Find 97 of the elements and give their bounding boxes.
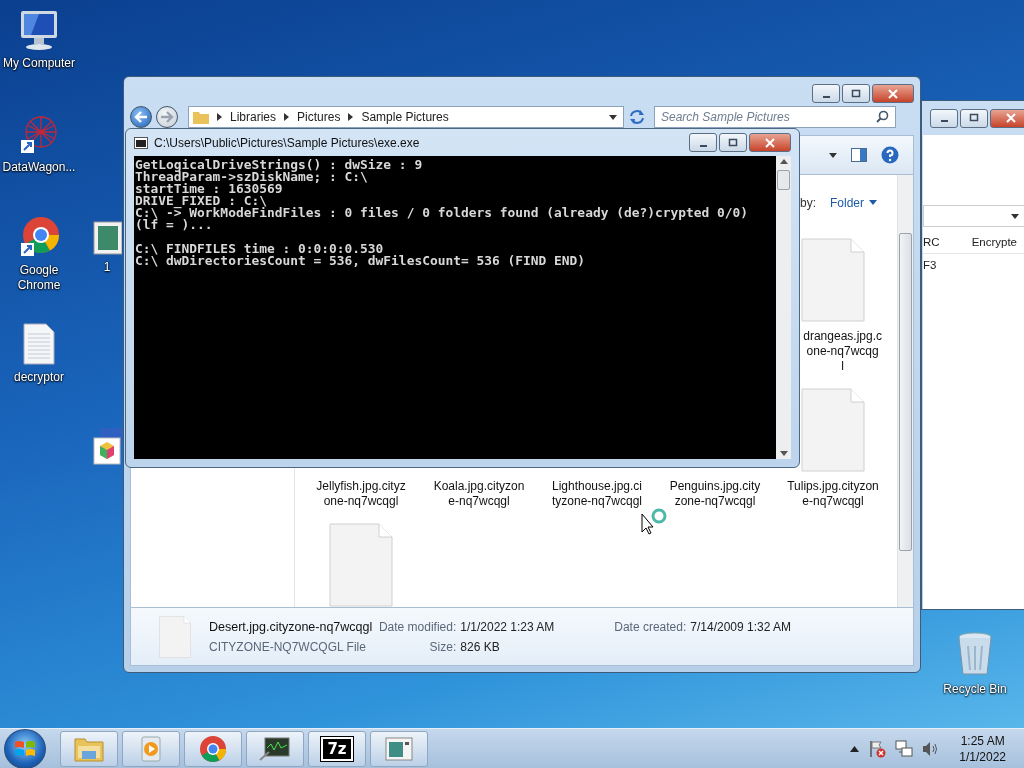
- file-name[interactable]: Jellyfish.jpg.cityz one-nq7wcqgl: [316, 479, 406, 509]
- recycle-bin-icon: [955, 630, 995, 678]
- file-name[interactable]: Penguins.jpg.city zone-nq7wcqgl: [669, 479, 761, 509]
- back-button[interactable]: [130, 106, 152, 128]
- clock-time: 1:25 AM: [960, 732, 1005, 749]
- busy-cursor-icon: [641, 507, 668, 535]
- file-name[interactable]: Tulips.jpg.cityzon e-nq7wcqgl: [787, 479, 879, 509]
- desktop-icon-label[interactable]: Google Chrome: [0, 263, 78, 293]
- dropdown-caret-icon[interactable]: [609, 114, 617, 120]
- maximize-icon: [727, 137, 739, 148]
- field-label: Date created:: [613, 619, 687, 634]
- field-value: 1/1/2022 1:23 AM: [460, 619, 556, 634]
- desktop-icon-label[interactable]: decryptor: [14, 370, 64, 385]
- field-label: Date modified:: [377, 619, 457, 634]
- field-value: 826 KB: [460, 639, 501, 654]
- network-icon[interactable]: [895, 739, 914, 758]
- maximize-button[interactable]: [960, 108, 988, 128]
- maximize-button[interactable]: [842, 84, 870, 103]
- dropdown-caret-icon[interactable]: [829, 152, 837, 158]
- file-name[interactable]: Koala.jpg.cityzon e-nq7wcqgl: [433, 479, 525, 509]
- taskbar-button[interactable]: 7z: [308, 730, 366, 767]
- preview-pane-icon[interactable]: [851, 148, 867, 162]
- console-icon: [134, 136, 148, 149]
- scroll-up-icon[interactable]: [779, 159, 788, 164]
- start-button[interactable]: [4, 728, 46, 768]
- maximize-icon: [850, 88, 862, 99]
- close-button[interactable]: [872, 84, 914, 103]
- field-label: Size:: [428, 639, 457, 654]
- desktop-icon-label[interactable]: My Computer: [3, 56, 75, 71]
- breadcrumb-item[interactable]: Sample Pictures: [361, 110, 449, 124]
- breadcrumb-item[interactable]: Pictures: [297, 110, 341, 124]
- minimize-button[interactable]: [689, 133, 717, 152]
- window-icon: [385, 736, 413, 761]
- file-name[interactable]: Lighthouse.jpg.ci tyzone-nq7wcqgl: [551, 479, 643, 509]
- color-cube-icon: [92, 426, 122, 466]
- minimize-icon: [940, 120, 948, 122]
- minimize-button[interactable]: [812, 84, 840, 103]
- breadcrumb-item[interactable]: Libraries: [230, 110, 277, 124]
- search-icon: [876, 110, 889, 123]
- file-name[interactable]: drangeas.jpg.c one-nq7wcqg l: [803, 329, 892, 374]
- help-icon[interactable]: [881, 146, 899, 164]
- maximize-icon: [968, 113, 980, 123]
- scroll-thumb[interactable]: [777, 170, 790, 190]
- picture-icon: [92, 220, 122, 256]
- caret-icon: [869, 200, 877, 205]
- forward-button[interactable]: [156, 106, 178, 128]
- desktop-icon-label[interactable]: DataWagon...: [2, 160, 76, 175]
- windows-logo-icon: [14, 738, 36, 759]
- field-value: 7/14/2009 1:32 AM: [690, 619, 792, 634]
- flag-icon[interactable]: [868, 739, 887, 758]
- file-icon: [801, 388, 865, 472]
- chevron-icon: [348, 113, 354, 121]
- minimize-button[interactable]: [930, 108, 958, 128]
- chevron-icon: [217, 113, 222, 121]
- file-name: Desert.jpg.cityzone-nq7wcqgl: [209, 619, 373, 634]
- minimize-icon: [822, 95, 830, 98]
- table-cell: F3: [923, 259, 937, 271]
- file-icon: [801, 238, 865, 322]
- close-button[interactable]: [990, 108, 1024, 128]
- close-icon: [764, 137, 776, 148]
- chevron-icon: [284, 113, 290, 121]
- dropdown-caret-icon[interactable]: [1011, 213, 1019, 219]
- arrange-by-label: by:: [799, 195, 816, 210]
- close-icon: [1005, 113, 1017, 123]
- column-header[interactable]: Encrypte: [971, 236, 1017, 248]
- file-icon: [159, 615, 191, 658]
- scroll-down-icon[interactable]: [779, 451, 788, 456]
- folder-icon: [74, 735, 104, 762]
- close-icon: [887, 88, 899, 99]
- column-header[interactable]: RC: [923, 236, 940, 248]
- show-hidden-icons-icon[interactable]: [850, 745, 860, 752]
- close-button[interactable]: [749, 133, 791, 152]
- network-monitor-icon: [259, 735, 291, 762]
- clock-date: 1/1/2022: [959, 748, 1006, 765]
- folder-icon: [193, 110, 209, 124]
- console-output: GetLogicalDriveStrings() : dwSize : 9 ThreadParam->szDiskName; : C:\ startTime : 1630569 DRIVE_FIXED : C:\ C:\ -> WorkModeFindFiles : 0 files / 0 folders found (already (de?)crypted 0/0) (lf = )... C:\ FINDFILES time : 0:0:0:0.530 C:\ dwDirectoriesCount = 536, dwFilesCount= 536 (FIND END): [134, 156, 776, 459]
- media-player-icon: [139, 735, 163, 762]
- arrange-by-dropdown[interactable]: Folder: [830, 195, 877, 210]
- maximize-button[interactable]: [719, 133, 747, 152]
- dropdown-field[interactable]: [923, 205, 1024, 227]
- scrollbar[interactable]: [897, 175, 913, 607]
- clock[interactable]: 1:25 AM 1/1/2022: [959, 732, 1006, 765]
- arrow-left-icon: [134, 111, 148, 123]
- arrow-right-icon: [160, 111, 174, 123]
- desktop-icon-label[interactable]: 1: [103, 260, 111, 275]
- refresh-icon[interactable]: [628, 109, 646, 125]
- taskbar-button[interactable]: [246, 730, 304, 767]
- search-field[interactable]: Search Sample Pictures: [654, 106, 896, 128]
- archive-logo: 7z: [321, 736, 353, 761]
- scrollbar[interactable]: [776, 156, 791, 459]
- minimize-icon: [699, 144, 707, 147]
- file-type: CITYZONE-NQ7WCQGL File: [209, 639, 367, 654]
- scroll-thumb[interactable]: [899, 233, 912, 551]
- document-icon: [21, 322, 57, 366]
- chrome-icon: [199, 734, 227, 763]
- address-bar[interactable]: Libraries Pictures Sample Pictures: [188, 106, 624, 128]
- window-title: C:\Users\Public\Pictures\Sample Pictures\exe.exe: [154, 135, 421, 150]
